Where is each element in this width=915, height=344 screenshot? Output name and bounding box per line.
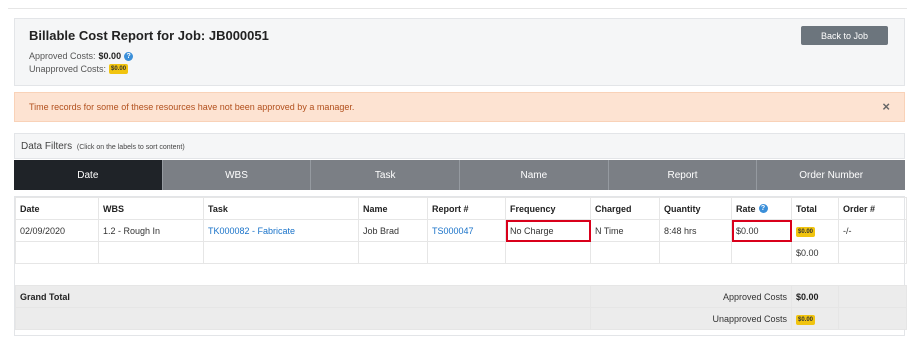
approved-costs-value: $0.00	[98, 51, 122, 61]
subtotal-value: $0.00	[791, 241, 839, 264]
warning-alert: Time records for some of these resources…	[14, 92, 905, 122]
grand-total-row: Grand Total Approved Costs $0.00	[15, 285, 907, 308]
sort-tab-task[interactable]: Task	[310, 160, 460, 190]
sort-tab-date[interactable]: Date	[14, 160, 162, 190]
empty-cell	[838, 307, 907, 330]
unapproved-costs-total-badge: $0.00	[796, 314, 816, 325]
rate-header-wrap: Rate ?	[736, 204, 768, 214]
subtotal-row: $0.00	[15, 241, 907, 264]
approved-costs-total-label: Approved Costs	[590, 285, 792, 308]
report-link[interactable]: TS000047	[427, 219, 506, 242]
column-header-rate-label: Rate	[736, 203, 756, 214]
empty-cell	[427, 241, 506, 264]
empty-cell	[505, 241, 591, 264]
unapproved-costs-label: Unapproved Costs:	[29, 64, 107, 74]
empty-cell	[731, 241, 792, 264]
column-header-order: Order #	[838, 197, 907, 220]
column-header-total: Total	[791, 197, 839, 220]
column-header-task: Task	[203, 197, 359, 220]
total-badge: $0.00	[796, 226, 816, 237]
top-divider	[8, 8, 907, 9]
sort-tab-wbs[interactable]: WBS	[161, 160, 311, 190]
sort-tabs: Date WBS Task Name Report Order Number	[14, 160, 906, 190]
cell-order: -/-	[838, 219, 907, 242]
data-filters-heading: Data Filters (Click on the labels to sor…	[21, 141, 185, 152]
cell-frequency: No Charge	[505, 219, 591, 242]
column-header-name: Name	[358, 197, 428, 220]
approved-costs-label: Approved Costs:	[29, 51, 96, 61]
table-row: 02/09/2020 1.2 - Rough In TK000082 - Fab…	[15, 219, 907, 242]
approved-costs-total-value: $0.00	[791, 285, 839, 308]
back-to-job-button[interactable]: Back to Job	[801, 26, 888, 45]
cell-name: Job Brad	[358, 219, 428, 242]
empty-cell	[590, 241, 660, 264]
cell-quantity: 8:48 hrs	[659, 219, 732, 242]
approved-costs-summary: Approved Costs: $0.00 ?	[29, 51, 134, 61]
column-header-frequency: Frequency	[505, 197, 591, 220]
cost-table: Date WBS Task Name Report # Frequency Ch…	[15, 197, 907, 330]
unapproved-costs-summary: Unapproved Costs: $0.00	[29, 64, 129, 74]
empty-cell	[838, 285, 907, 308]
column-header-rate: Rate ?	[731, 197, 792, 220]
sort-tab-report[interactable]: Report	[607, 160, 757, 190]
column-header-report: Report #	[427, 197, 506, 220]
cell-date: 02/09/2020	[15, 219, 99, 242]
cell-charged: N Time	[590, 219, 660, 242]
column-header-wbs: WBS	[98, 197, 204, 220]
page-title: Billable Cost Report for Job: JB000051	[29, 28, 269, 43]
grand-total-label: Grand Total	[15, 285, 591, 308]
column-header-quantity: Quantity	[659, 197, 732, 220]
help-icon[interactable]: ?	[758, 204, 768, 213]
cost-table-container: Date WBS Task Name Report # Frequency Ch…	[14, 196, 907, 336]
task-link[interactable]: TK000082 - Fabricate	[203, 219, 359, 242]
sort-tab-order-number[interactable]: Order Number	[756, 160, 906, 190]
unapproved-costs-total-label: Unapproved Costs	[590, 307, 792, 330]
report-header: Billable Cost Report for Job: JB000051 A…	[14, 18, 905, 86]
help-icon[interactable]: ?	[124, 51, 134, 61]
empty-cell	[15, 241, 99, 264]
column-header-date: Date	[15, 197, 99, 220]
column-header-charged: Charged	[590, 197, 660, 220]
sort-tab-name[interactable]: Name	[459, 160, 608, 190]
empty-cell	[203, 241, 359, 264]
unapproved-costs-total-cell: $0.00	[791, 307, 839, 330]
empty-cell	[15, 263, 907, 286]
data-filters-title: Data Filters	[21, 141, 73, 152]
blank-row	[15, 263, 907, 286]
data-filters-bar: Data Filters (Click on the labels to sor…	[14, 133, 905, 159]
table-header-row: Date WBS Task Name Report # Frequency Ch…	[15, 197, 907, 220]
cell-wbs: 1.2 - Rough In	[98, 219, 204, 242]
unapproved-total-row: Unapproved Costs $0.00	[15, 307, 907, 330]
empty-cell	[659, 241, 732, 264]
cell-total: $0.00	[791, 219, 839, 242]
unapproved-costs-badge: $0.00	[109, 64, 129, 74]
empty-cell	[838, 241, 907, 264]
empty-cell	[358, 241, 428, 264]
cell-rate: $0.00	[731, 219, 792, 242]
empty-cell	[98, 241, 204, 264]
alert-message: Time records for some of these resources…	[29, 102, 355, 112]
data-filters-hint: (Click on the labels to sort content)	[76, 144, 185, 151]
empty-cell	[15, 307, 591, 330]
close-icon[interactable]: ×	[882, 99, 890, 114]
